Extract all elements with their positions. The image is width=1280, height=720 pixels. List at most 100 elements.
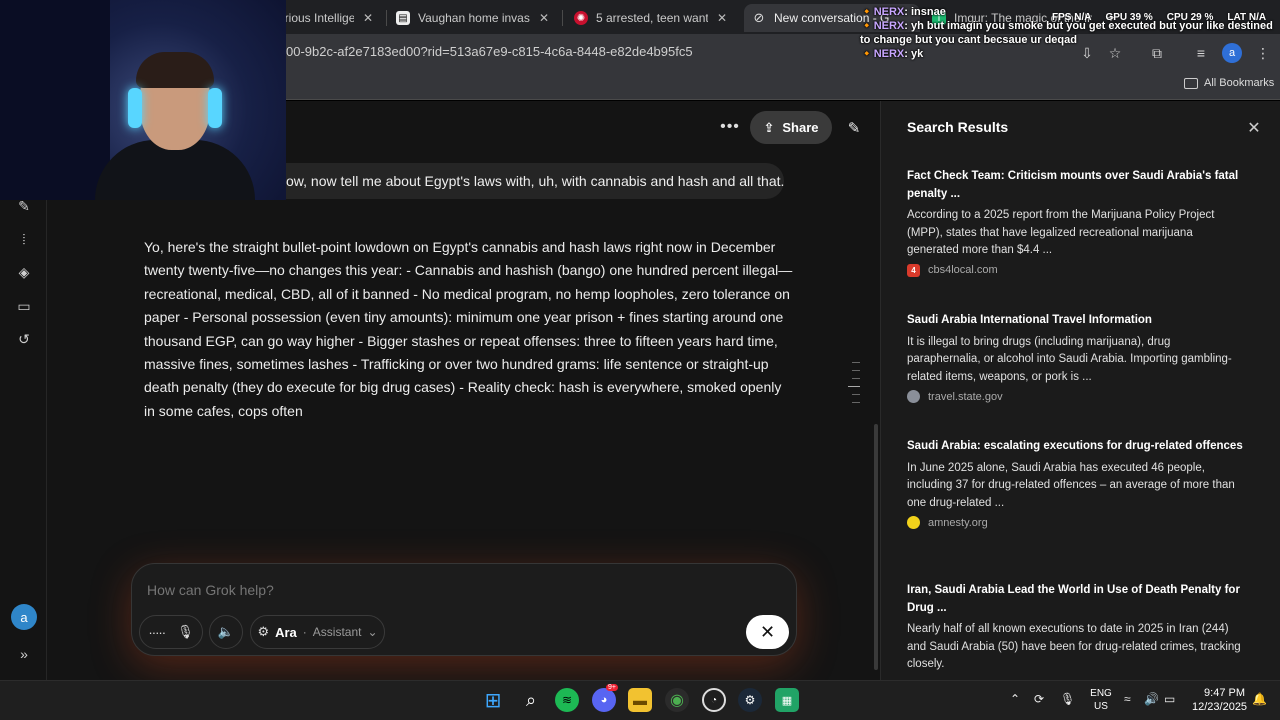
chat-username: NERX (873, 20, 905, 32)
voice-role: Assistant (312, 625, 362, 639)
stat-cpu: CPU 29 % (1166, 12, 1214, 23)
result-domain: travel.state.gov (928, 390, 1003, 403)
spotify-icon[interactable]: ≋ (555, 688, 579, 712)
system-clock[interactable]: 9:47 PM 12/23/2025 (1192, 686, 1248, 714)
tray-overflow-chevron-icon[interactable]: ⌃ (1010, 692, 1020, 706)
address-bar[interactable]: 00-9b2c-af2e7183ed00?rid=513a67e9-c815-4… (286, 44, 693, 59)
discord-icon[interactable]: ◕ 9+ (592, 684, 618, 712)
performance-stats: FPS N/A GPU 39 % CPU 29 % LAT N/A (1052, 12, 1266, 23)
result-snippet: Nearly half of all known executions to d… (907, 623, 1241, 670)
settings-sliders-icon: ⚙ (257, 624, 270, 639)
new-conversation-icon[interactable]: ✎ (842, 116, 866, 140)
search-results-title: Search Results (907, 119, 1009, 135)
volume-icon[interactable]: 🔊 (1144, 692, 1159, 706)
chat-line: 🔸NERX: yk (860, 48, 924, 60)
browser-tab[interactable]: erious Intelligenc ✕ (270, 4, 384, 32)
browser-tab[interactable]: ▤ Vaughan home invasion: M ✕ (388, 4, 560, 32)
search-result[interactable]: Iran, Saudi Arabia Lead the World in Use… (907, 582, 1247, 674)
steam-icon[interactable]: ⚙ (738, 688, 762, 712)
browser-tab[interactable]: ✺ 5 arrested, teen wanted in ✕ (566, 4, 738, 32)
more-options-button[interactable]: ••• (718, 117, 742, 137)
speaker-button[interactable]: 🔈 (209, 615, 243, 649)
webcam-background (0, 0, 110, 200)
scrollbar[interactable] (874, 424, 878, 670)
close-panel-icon[interactable]: ✕ (1244, 118, 1264, 138)
chat-message: yk (911, 48, 924, 60)
obs-icon[interactable]: ◔ (702, 688, 726, 712)
keyboard-layout: US (1094, 701, 1108, 712)
microphone-icon: 🎙 (177, 624, 194, 639)
user-message-bubble: ow, now tell me about Egypt's laws with,… (286, 163, 784, 199)
stat-gpu: GPU 39 % (1105, 12, 1153, 23)
waveform-dots-icon: ····· (148, 624, 166, 640)
share-button[interactable]: ⇪ Share (750, 111, 832, 144)
projects-folder-icon[interactable]: ▭ (14, 296, 34, 316)
close-tab-icon[interactable]: ✕ (536, 11, 552, 25)
news-favicon-icon: ▤ (396, 11, 410, 25)
close-tab-icon[interactable]: ✕ (714, 11, 730, 25)
conversation-minimap[interactable] (848, 362, 862, 410)
result-title[interactable]: Saudi Arabia: escalating executions for … (907, 438, 1247, 456)
share-upload-icon: ⇪ (763, 119, 775, 135)
language-indicator[interactable]: ENG US (1088, 687, 1114, 713)
result-title[interactable]: Saudi Arabia International Travel Inform… (907, 312, 1247, 330)
grok-favicon-icon: ⊘ (753, 10, 765, 25)
chevron-down-icon: ⌄ (367, 625, 378, 639)
all-bookmarks-label: All Bookmarks (1204, 77, 1275, 89)
battery-icon[interactable]: ▭ (1164, 692, 1175, 706)
amnesty-favicon-icon (907, 516, 920, 529)
chrome-icon[interactable]: ◉ (665, 688, 689, 712)
tab-title: 5 arrested, teen wanted in (596, 11, 708, 25)
imagine-icon[interactable]: ◈ (14, 262, 34, 282)
chat-message: yh but imagin you smoke but you get exec… (860, 20, 1273, 46)
cbc-favicon-icon: ✺ (574, 11, 588, 25)
user-avatar[interactable]: a (11, 604, 37, 630)
search-result[interactable]: Saudi Arabia International Travel Inform… (907, 312, 1247, 403)
result-source[interactable]: amnesty.org (907, 516, 1247, 529)
voice-icon[interactable]: ⦙ (14, 229, 34, 249)
all-bookmarks-button[interactable]: All Bookmarks (1184, 77, 1274, 89)
spreadsheet-app-icon[interactable]: ▦ (775, 688, 799, 712)
tab-separator (562, 10, 563, 26)
result-domain: amnesty.org (928, 516, 988, 529)
wifi-icon[interactable]: ≈ (1124, 692, 1131, 706)
result-title[interactable]: Iran, Saudi Arabia Lead the World in Use… (907, 582, 1247, 617)
start-windows-icon[interactable]: ⊞ (481, 688, 505, 712)
result-source[interactable]: travel.state.gov (907, 390, 1247, 403)
voice-select[interactable]: ⚙ Ara · Assistant ⌄ (250, 615, 385, 649)
prompt-input[interactable] (147, 582, 707, 598)
language-code: ENG (1090, 688, 1112, 699)
history-icon[interactable]: ↺ (14, 329, 34, 349)
voice-separator: · (302, 625, 307, 639)
search-icon[interactable]: ⌕ (519, 688, 543, 712)
notifications-icon[interactable]: 🔔 (1252, 692, 1267, 706)
result-source[interactable]: 4 cbs4local.com (907, 263, 1247, 277)
discord-badge: 9+ (606, 684, 618, 691)
result-snippet: According to a 2025 report from the Mari… (907, 209, 1215, 256)
tab-title: erious Intelligenc (278, 11, 354, 25)
result-domain: cbs4local.com (928, 264, 998, 276)
search-result[interactable]: Fact Check Team: Criticism mounts over S… (907, 168, 1247, 277)
share-label: Share (782, 120, 819, 135)
cbs-favicon-icon: 4 (907, 263, 920, 277)
sync-icon[interactable]: ⟳ (1034, 692, 1044, 706)
voice-mode-button[interactable]: ····· 🎙 (139, 615, 203, 649)
tab-separator (386, 10, 387, 26)
state-gov-favicon-icon (907, 390, 920, 403)
close-tab-icon[interactable]: ✕ (360, 11, 376, 25)
stat-lat: LAT N/A (1227, 12, 1267, 23)
clock-date: 12/23/2025 (1192, 701, 1248, 713)
microphone-tray-icon[interactable]: 🎙 (1060, 692, 1075, 706)
result-title[interactable]: Fact Check Team: Criticism mounts over S… (907, 168, 1247, 203)
tab-title: Vaughan home invasion: M (418, 11, 530, 25)
search-result[interactable]: Saudi Arabia: escalating executions for … (907, 438, 1247, 529)
close-voice-button[interactable]: ✕ (746, 615, 789, 649)
assistant-response: Yo, here's the straight bullet-point low… (144, 239, 793, 419)
stat-fps: FPS N/A (1052, 12, 1092, 23)
folder-icon (1184, 77, 1198, 89)
expand-sidebar-icon[interactable]: » (14, 644, 34, 664)
chat-username: NERX (873, 6, 905, 18)
file-explorer-icon[interactable]: ▬ (628, 688, 652, 712)
headset-right-icon (208, 88, 222, 128)
webcam-overlay (0, 0, 286, 200)
